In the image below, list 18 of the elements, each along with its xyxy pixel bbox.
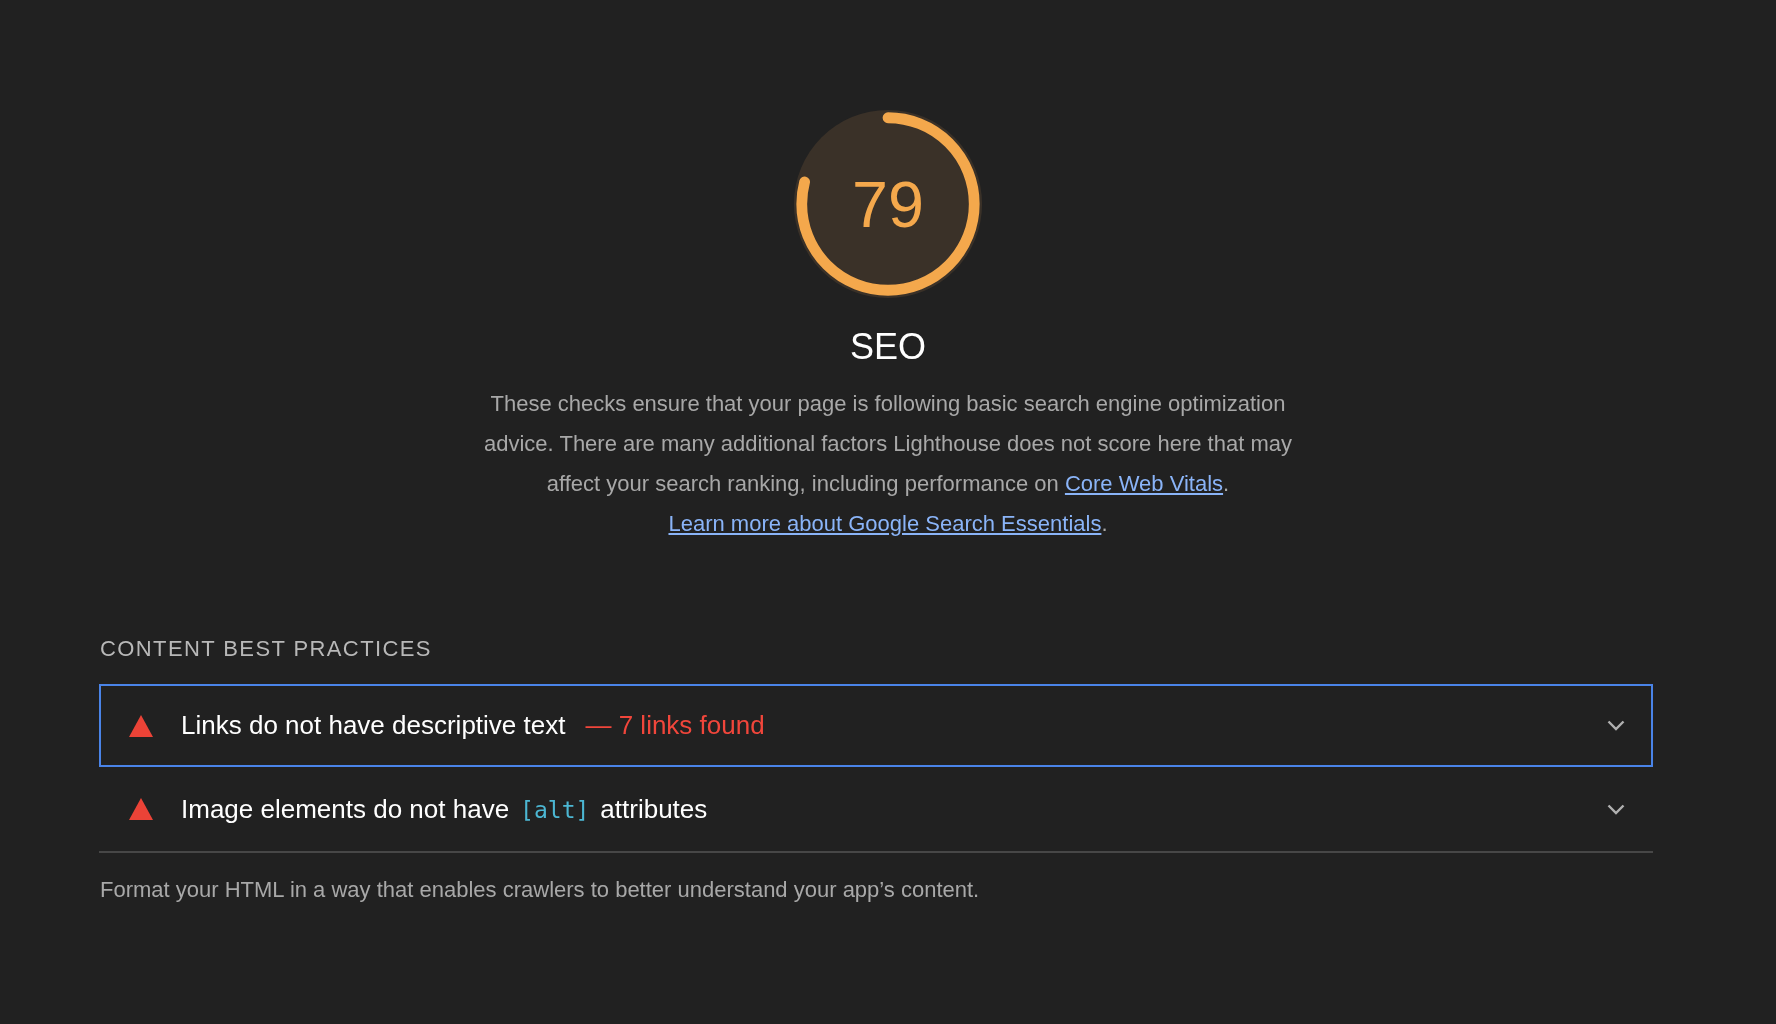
chevron-down-icon[interactable] — [1607, 803, 1625, 815]
score-value: 79 — [852, 167, 924, 241]
category-title: SEO — [850, 326, 926, 368]
description-link[interactable]: Core Web Vitals — [1064, 471, 1224, 496]
group-title: CONTENT BEST PRACTICES — [100, 636, 433, 662]
audit-row[interactable]: Image elements do not have [alt] attributes — [99, 767, 1653, 851]
warning-triangle-icon — [129, 714, 153, 737]
group-description: Format your HTML in a way that enables crawlers to better understand your app’s content. — [100, 877, 981, 903]
warning-triangle-icon — [129, 798, 153, 820]
audit-title: Image elements do not have — [181, 793, 510, 825]
description-link[interactable]: Learn more about Google Search Essentials — [668, 511, 1102, 536]
audit-row[interactable]: Links do not have descriptive text — 7 links found — [99, 684, 1653, 767]
audit-title: attributes — [600, 793, 708, 825]
chevron-down-icon[interactable] — [1607, 720, 1625, 731]
code-text: [alt] — [520, 796, 590, 823]
audit-display-value: — 7 links found — [585, 710, 765, 741]
category-description: These checks ensure that your page is following basic search engine optimization advice. There are many additional factors Lighthouse does not score here that may affect your search ranking, including performance on Core Web Vitals. Learn more about Google Search Essentials. — [483, 390, 1293, 538]
audit-title: Links do not have descriptive text — [181, 710, 566, 741]
